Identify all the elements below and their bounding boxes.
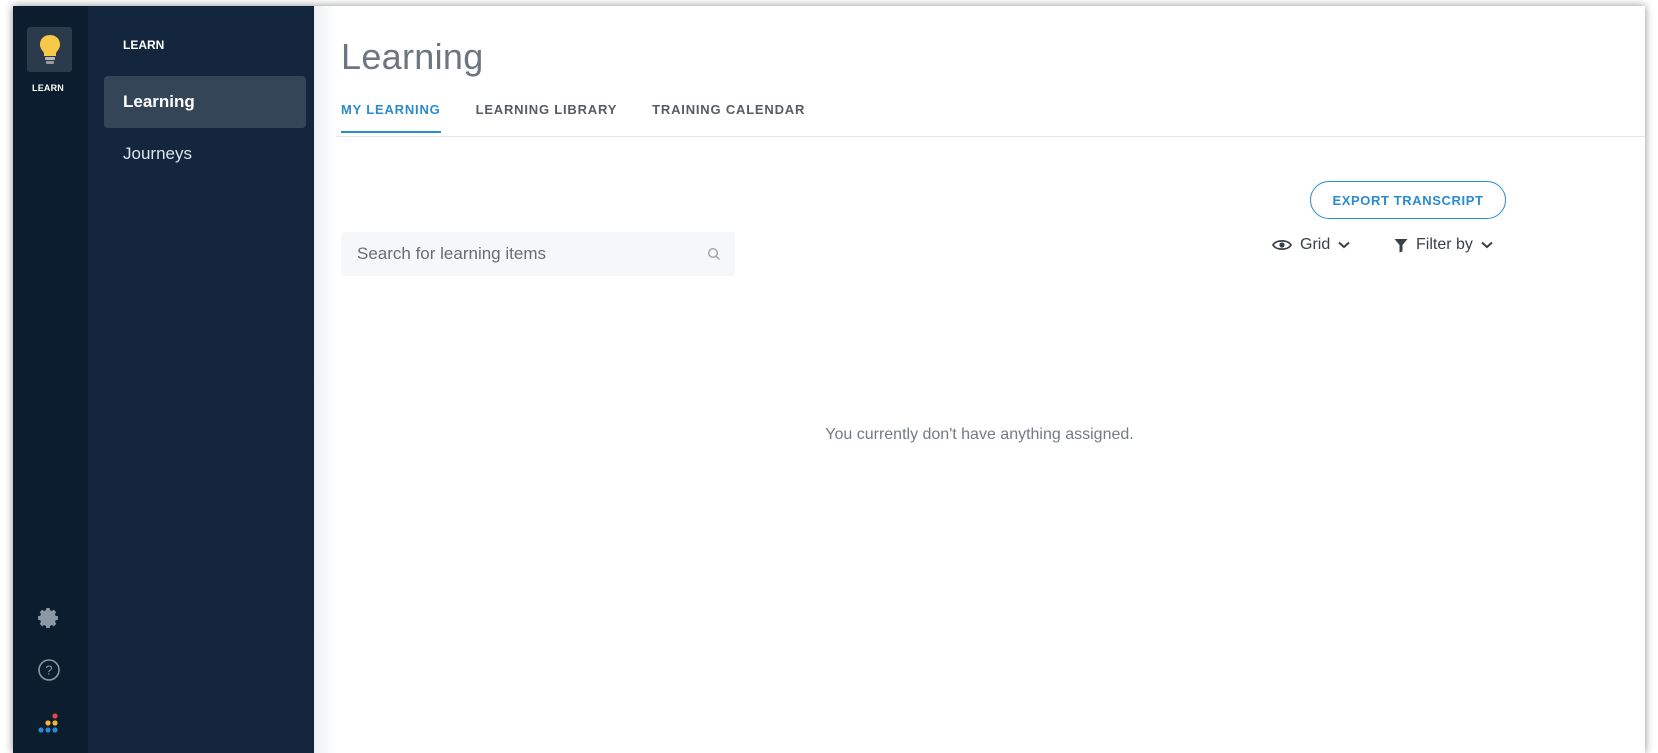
search-icon[interactable]	[707, 247, 721, 261]
tab-my-learning[interactable]: MY LEARNING	[341, 102, 441, 133]
subnav-heading: LEARN	[123, 38, 165, 52]
secondary-nav: LEARN Learning Journeys	[88, 6, 314, 753]
filter-toggle-label: Filter by	[1416, 236, 1473, 253]
main-content: Learning MY LEARNING LEARNING LIBRARY TR…	[314, 6, 1645, 753]
subnav-item-learning[interactable]: Learning	[104, 76, 306, 128]
settings-icon[interactable]	[35, 604, 63, 632]
tab-bar: MY LEARNING LEARNING LIBRARY TRAINING CA…	[341, 102, 840, 133]
app-label: LEARN	[32, 83, 64, 93]
app-window: LEARN ? LEARN Learning Journeys Learning…	[13, 6, 1645, 753]
tab-learning-library[interactable]: LEARNING LIBRARY	[476, 102, 618, 133]
filter-icon	[1394, 238, 1408, 252]
tab-training-calendar[interactable]: TRAINING CALENDAR	[652, 102, 805, 133]
svg-text:?: ?	[45, 663, 52, 678]
page-title: Learning	[341, 36, 484, 77]
lightbulb-icon	[39, 34, 60, 64]
chevron-down-icon	[1338, 241, 1350, 249]
chevron-down-icon	[1481, 241, 1493, 249]
help-icon[interactable]: ?	[35, 656, 63, 684]
empty-state-message: You currently don't have anything assign…	[825, 426, 1134, 443]
eye-icon	[1272, 239, 1292, 251]
search-box	[341, 232, 735, 276]
filter-toggle[interactable]: Filter by	[1394, 236, 1493, 254]
icon-rail: LEARN ?	[13, 6, 88, 753]
learn-app-button[interactable]	[27, 27, 72, 72]
view-toggle-label: Grid	[1300, 236, 1331, 253]
subnav-item-journeys[interactable]: Journeys	[104, 128, 306, 180]
export-transcript-button[interactable]: EXPORT TRANSCRIPT	[1310, 181, 1506, 219]
tab-divider	[336, 136, 1645, 137]
apps-grid-icon[interactable]	[35, 712, 63, 740]
search-input[interactable]	[355, 243, 707, 265]
view-toggle[interactable]: Grid	[1272, 236, 1350, 254]
